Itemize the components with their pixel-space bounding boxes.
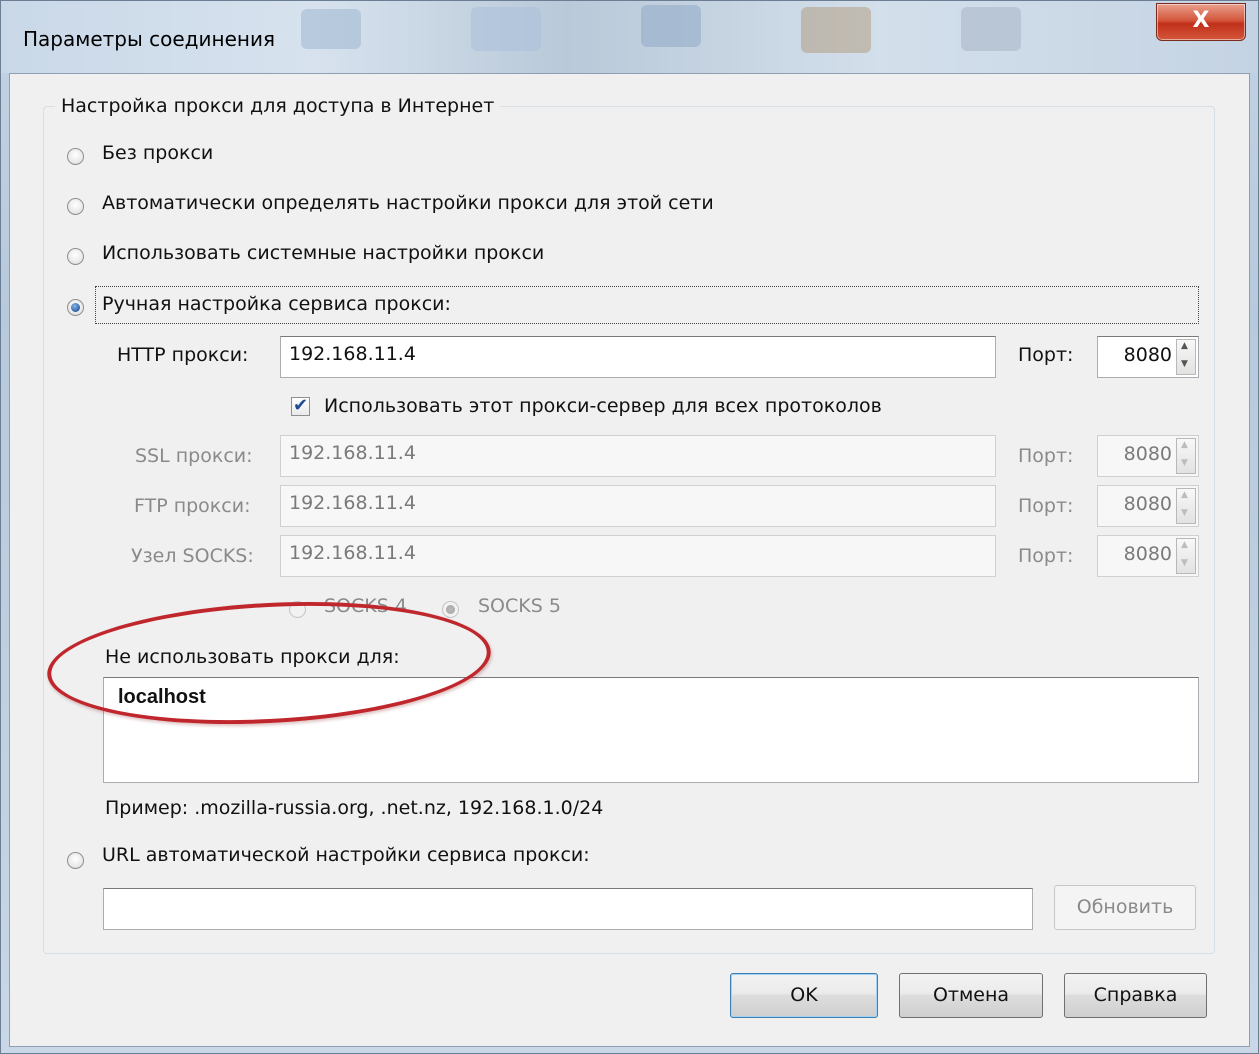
socks-port-stepper[interactable]: 8080: [1097, 535, 1199, 577]
radio-manual-proxy[interactable]: [67, 299, 84, 316]
ssl-proxy-label: SSL прокси:: [135, 445, 253, 467]
close-button[interactable]: X: [1156, 3, 1246, 41]
radio-socks5[interactable]: [442, 601, 459, 618]
connection-settings-window: Параметры соединения X Настройка прокси …: [0, 0, 1259, 1054]
spin-arrows-icon[interactable]: [1176, 488, 1196, 524]
ftp-port-stepper[interactable]: 8080: [1097, 485, 1199, 527]
http-proxy-label: HTTP прокси:: [117, 344, 249, 366]
spin-arrows-icon[interactable]: [1176, 538, 1196, 574]
radio-no-proxy[interactable]: [67, 148, 84, 165]
use-for-all-label[interactable]: Использовать этот прокси-сервер для всех…: [324, 395, 882, 417]
radio-auto-detect-label[interactable]: Автоматически определять настройки прокс…: [102, 192, 714, 214]
ftp-proxy-input[interactable]: 192.168.11.4: [280, 485, 996, 527]
http-port-stepper[interactable]: 8080: [1097, 336, 1199, 378]
socks-port-value: 8080: [1123, 543, 1172, 565]
radio-socks5-label[interactable]: SOCKS 5: [478, 595, 561, 617]
auto-config-url-input[interactable]: [103, 888, 1033, 930]
ok-button[interactable]: OK: [730, 973, 878, 1018]
help-button[interactable]: Справка: [1064, 973, 1207, 1018]
reload-button[interactable]: Обновить: [1054, 885, 1196, 930]
radio-auto-config-url[interactable]: [67, 852, 84, 869]
spin-arrows-icon[interactable]: [1176, 339, 1196, 375]
cancel-button[interactable]: Отмена: [899, 973, 1043, 1018]
title-bar[interactable]: Параметры соединения X: [1, 1, 1258, 73]
socks-host-input[interactable]: 192.168.11.4: [280, 535, 996, 577]
spin-arrows-icon[interactable]: [1176, 438, 1196, 474]
proxy-settings-group: [43, 106, 1215, 954]
ssl-proxy-input[interactable]: 192.168.11.4: [280, 435, 996, 477]
ssl-port-value: 8080: [1123, 443, 1172, 465]
radio-auto-config-url-label[interactable]: URL автоматической настройки сервиса про…: [102, 844, 590, 866]
radio-system-proxy[interactable]: [67, 248, 84, 265]
ftp-port-value: 8080: [1123, 493, 1172, 515]
http-port-label: Порт:: [1018, 344, 1074, 366]
ssl-port-stepper[interactable]: 8080: [1097, 435, 1199, 477]
ftp-proxy-label: FTP прокси:: [134, 495, 251, 517]
ftp-port-label: Порт:: [1018, 495, 1074, 517]
socks-host-label: Узел SOCKS:: [131, 545, 254, 567]
ssl-port-label: Порт:: [1018, 445, 1074, 467]
no-proxy-example: Пример: .mozilla-russia.org, .net.nz, 19…: [105, 797, 604, 819]
radio-no-proxy-label[interactable]: Без прокси: [102, 142, 213, 164]
radio-auto-detect[interactable]: [67, 198, 84, 215]
http-port-value: 8080: [1123, 344, 1172, 366]
radio-manual-proxy-label[interactable]: Ручная настройка сервиса прокси:: [102, 293, 451, 315]
window-title: Параметры соединения: [23, 27, 275, 51]
socks-port-label: Порт:: [1018, 545, 1074, 567]
use-for-all-checkbox[interactable]: [291, 395, 310, 416]
radio-system-proxy-label[interactable]: Использовать системные настройки прокси: [102, 242, 544, 264]
group-legend: Настройка прокси для доступа в Интернет: [55, 95, 501, 117]
http-proxy-input[interactable]: 192.168.11.4: [280, 336, 996, 378]
